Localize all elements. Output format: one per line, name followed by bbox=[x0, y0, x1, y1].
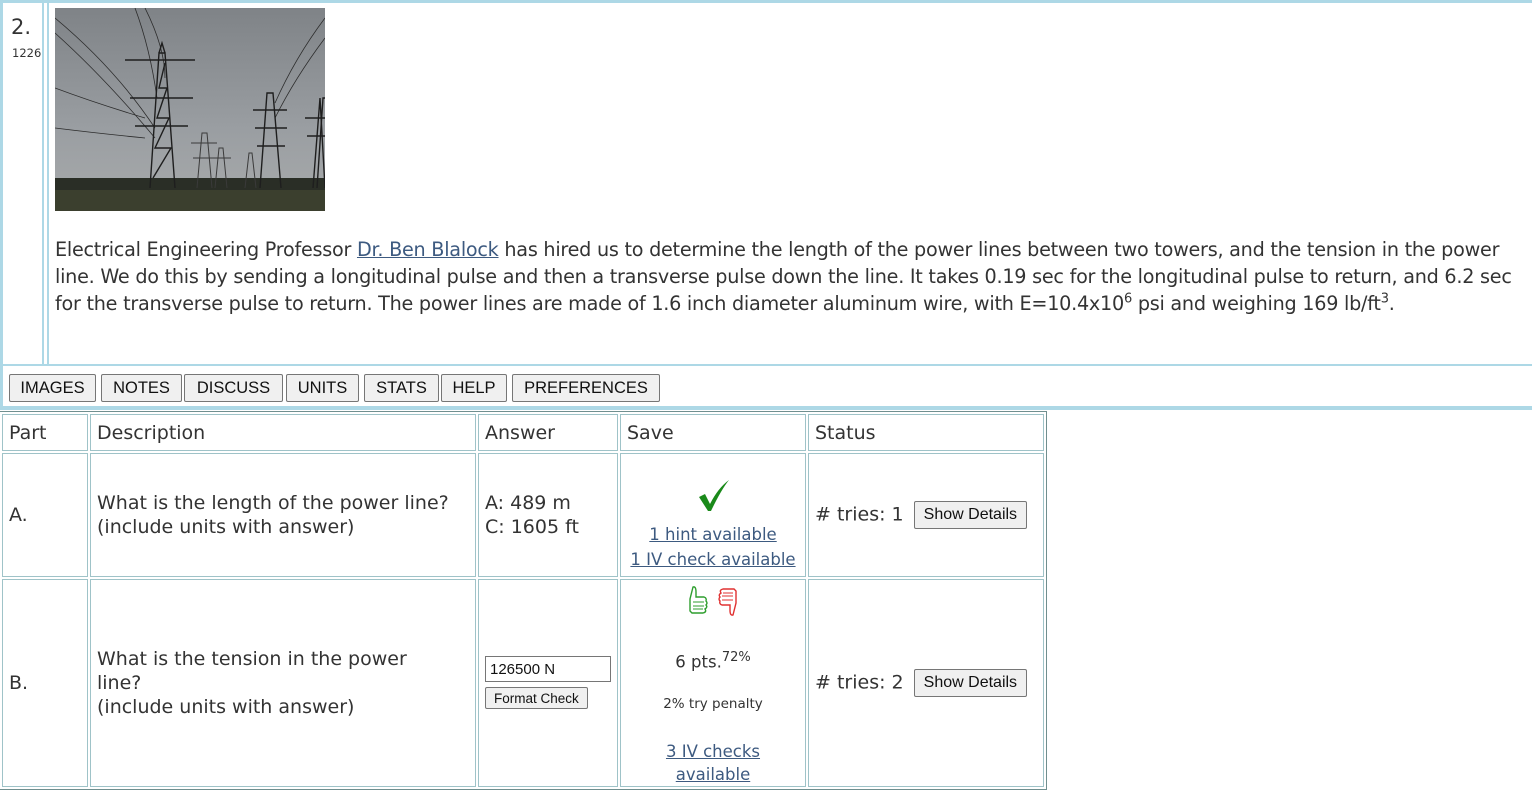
part-description: What is the tension in the power line? (… bbox=[90, 579, 476, 787]
problem-number-column: 2. 1226 bbox=[0, 3, 44, 366]
header-description: Description bbox=[90, 414, 476, 451]
problem-text-mid: psi and weighing 169 lb/ft bbox=[1131, 292, 1381, 315]
description-line: line? bbox=[97, 671, 142, 694]
power-line-photo bbox=[55, 8, 325, 211]
images-button[interactable]: IMAGES bbox=[9, 374, 96, 402]
table-row-part-a: A. What is the length of the power line?… bbox=[2, 453, 1044, 577]
tries-count: # tries: 2 bbox=[815, 671, 904, 694]
tries-count: # tries: 1 bbox=[815, 503, 904, 526]
thumbs-up-icon[interactable] bbox=[684, 586, 716, 623]
part-description: What is the length of the power line? (i… bbox=[90, 453, 476, 577]
header-part: Part bbox=[2, 414, 88, 451]
description-line: (include units with answer) bbox=[97, 516, 355, 538]
header-answer: Answer bbox=[478, 414, 618, 451]
part-answer: Format Check bbox=[478, 579, 618, 787]
description-line: What is the length of the power line? bbox=[97, 492, 449, 514]
problem-id: 1226 bbox=[12, 46, 42, 60]
exponent-6: 6 bbox=[1123, 291, 1132, 307]
problem-statement: 2. 1226 Electrical Engineering Professor… bbox=[0, 3, 1532, 366]
units-button[interactable]: UNITS bbox=[286, 374, 359, 402]
table-row-part-b: B. What is the tension in the power line… bbox=[2, 579, 1044, 787]
iv-checks-link[interactable]: 3 IV checks available bbox=[666, 742, 760, 784]
help-button[interactable]: HELP bbox=[441, 374, 507, 402]
professor-link[interactable]: Dr. Ben Blalock bbox=[357, 238, 499, 261]
status-cell: # tries: 2 Show Details bbox=[808, 579, 1044, 787]
try-penalty: 2% try penalty bbox=[663, 695, 763, 712]
show-details-button[interactable]: Show Details bbox=[913, 501, 1028, 529]
part-label: B. bbox=[2, 579, 88, 787]
points-value: 6 pts. bbox=[675, 652, 722, 672]
problem-toolbar: IMAGES NOTES DISCUSS UNITS STATS HELP PR… bbox=[0, 366, 1532, 406]
header-save: Save bbox=[620, 414, 806, 451]
notes-button[interactable]: NOTES bbox=[101, 374, 182, 402]
points-percent: 72% bbox=[721, 650, 751, 665]
part-answer: A: 489 m C: 1605 ft bbox=[478, 453, 618, 577]
problem-text: Electrical Engineering Professor Dr. Ben… bbox=[55, 236, 1530, 317]
divider bbox=[0, 406, 1532, 410]
exponent-3: 3 bbox=[1380, 291, 1389, 307]
stats-button[interactable]: STATS bbox=[364, 374, 439, 402]
problem-text-intro: Electrical Engineering Professor bbox=[55, 238, 357, 261]
answer-input[interactable] bbox=[485, 656, 611, 683]
table-header-row: Part Description Answer Save Status bbox=[2, 414, 1044, 451]
submitted-answer: A: 489 m bbox=[485, 492, 571, 514]
description-line: What is the tension in the power bbox=[97, 647, 407, 670]
show-details-button[interactable]: Show Details bbox=[913, 668, 1028, 697]
hint-link[interactable]: 1 hint available bbox=[649, 525, 776, 544]
parts-table: Part Description Answer Save Status A. W… bbox=[0, 411, 1047, 790]
format-check-button[interactable]: Format Check bbox=[485, 687, 588, 710]
part-label: A. bbox=[2, 453, 88, 577]
status-cell: # tries: 1 Show Details bbox=[808, 453, 1044, 577]
save-cell: 6 pts.72% 2% try penalty 3 IV checks ava… bbox=[620, 579, 806, 787]
header-status: Status bbox=[808, 414, 1044, 451]
save-cell: 1 hint available 1 IV check available bbox=[620, 453, 806, 577]
problem-text-end: . bbox=[1388, 292, 1395, 315]
iv-check-link[interactable]: 1 IV check available bbox=[630, 550, 795, 569]
correct-answer: C: 1605 ft bbox=[485, 516, 579, 538]
preferences-button[interactable]: PREFERENCES bbox=[512, 374, 660, 402]
description-line: (include units with answer) bbox=[97, 695, 355, 718]
discuss-button[interactable]: DISCUSS bbox=[184, 374, 283, 402]
checkmark-icon bbox=[627, 474, 799, 522]
thumbs-down-icon[interactable] bbox=[716, 588, 742, 623]
power-towers-image bbox=[55, 8, 325, 211]
problem-number: 2. bbox=[11, 15, 32, 39]
